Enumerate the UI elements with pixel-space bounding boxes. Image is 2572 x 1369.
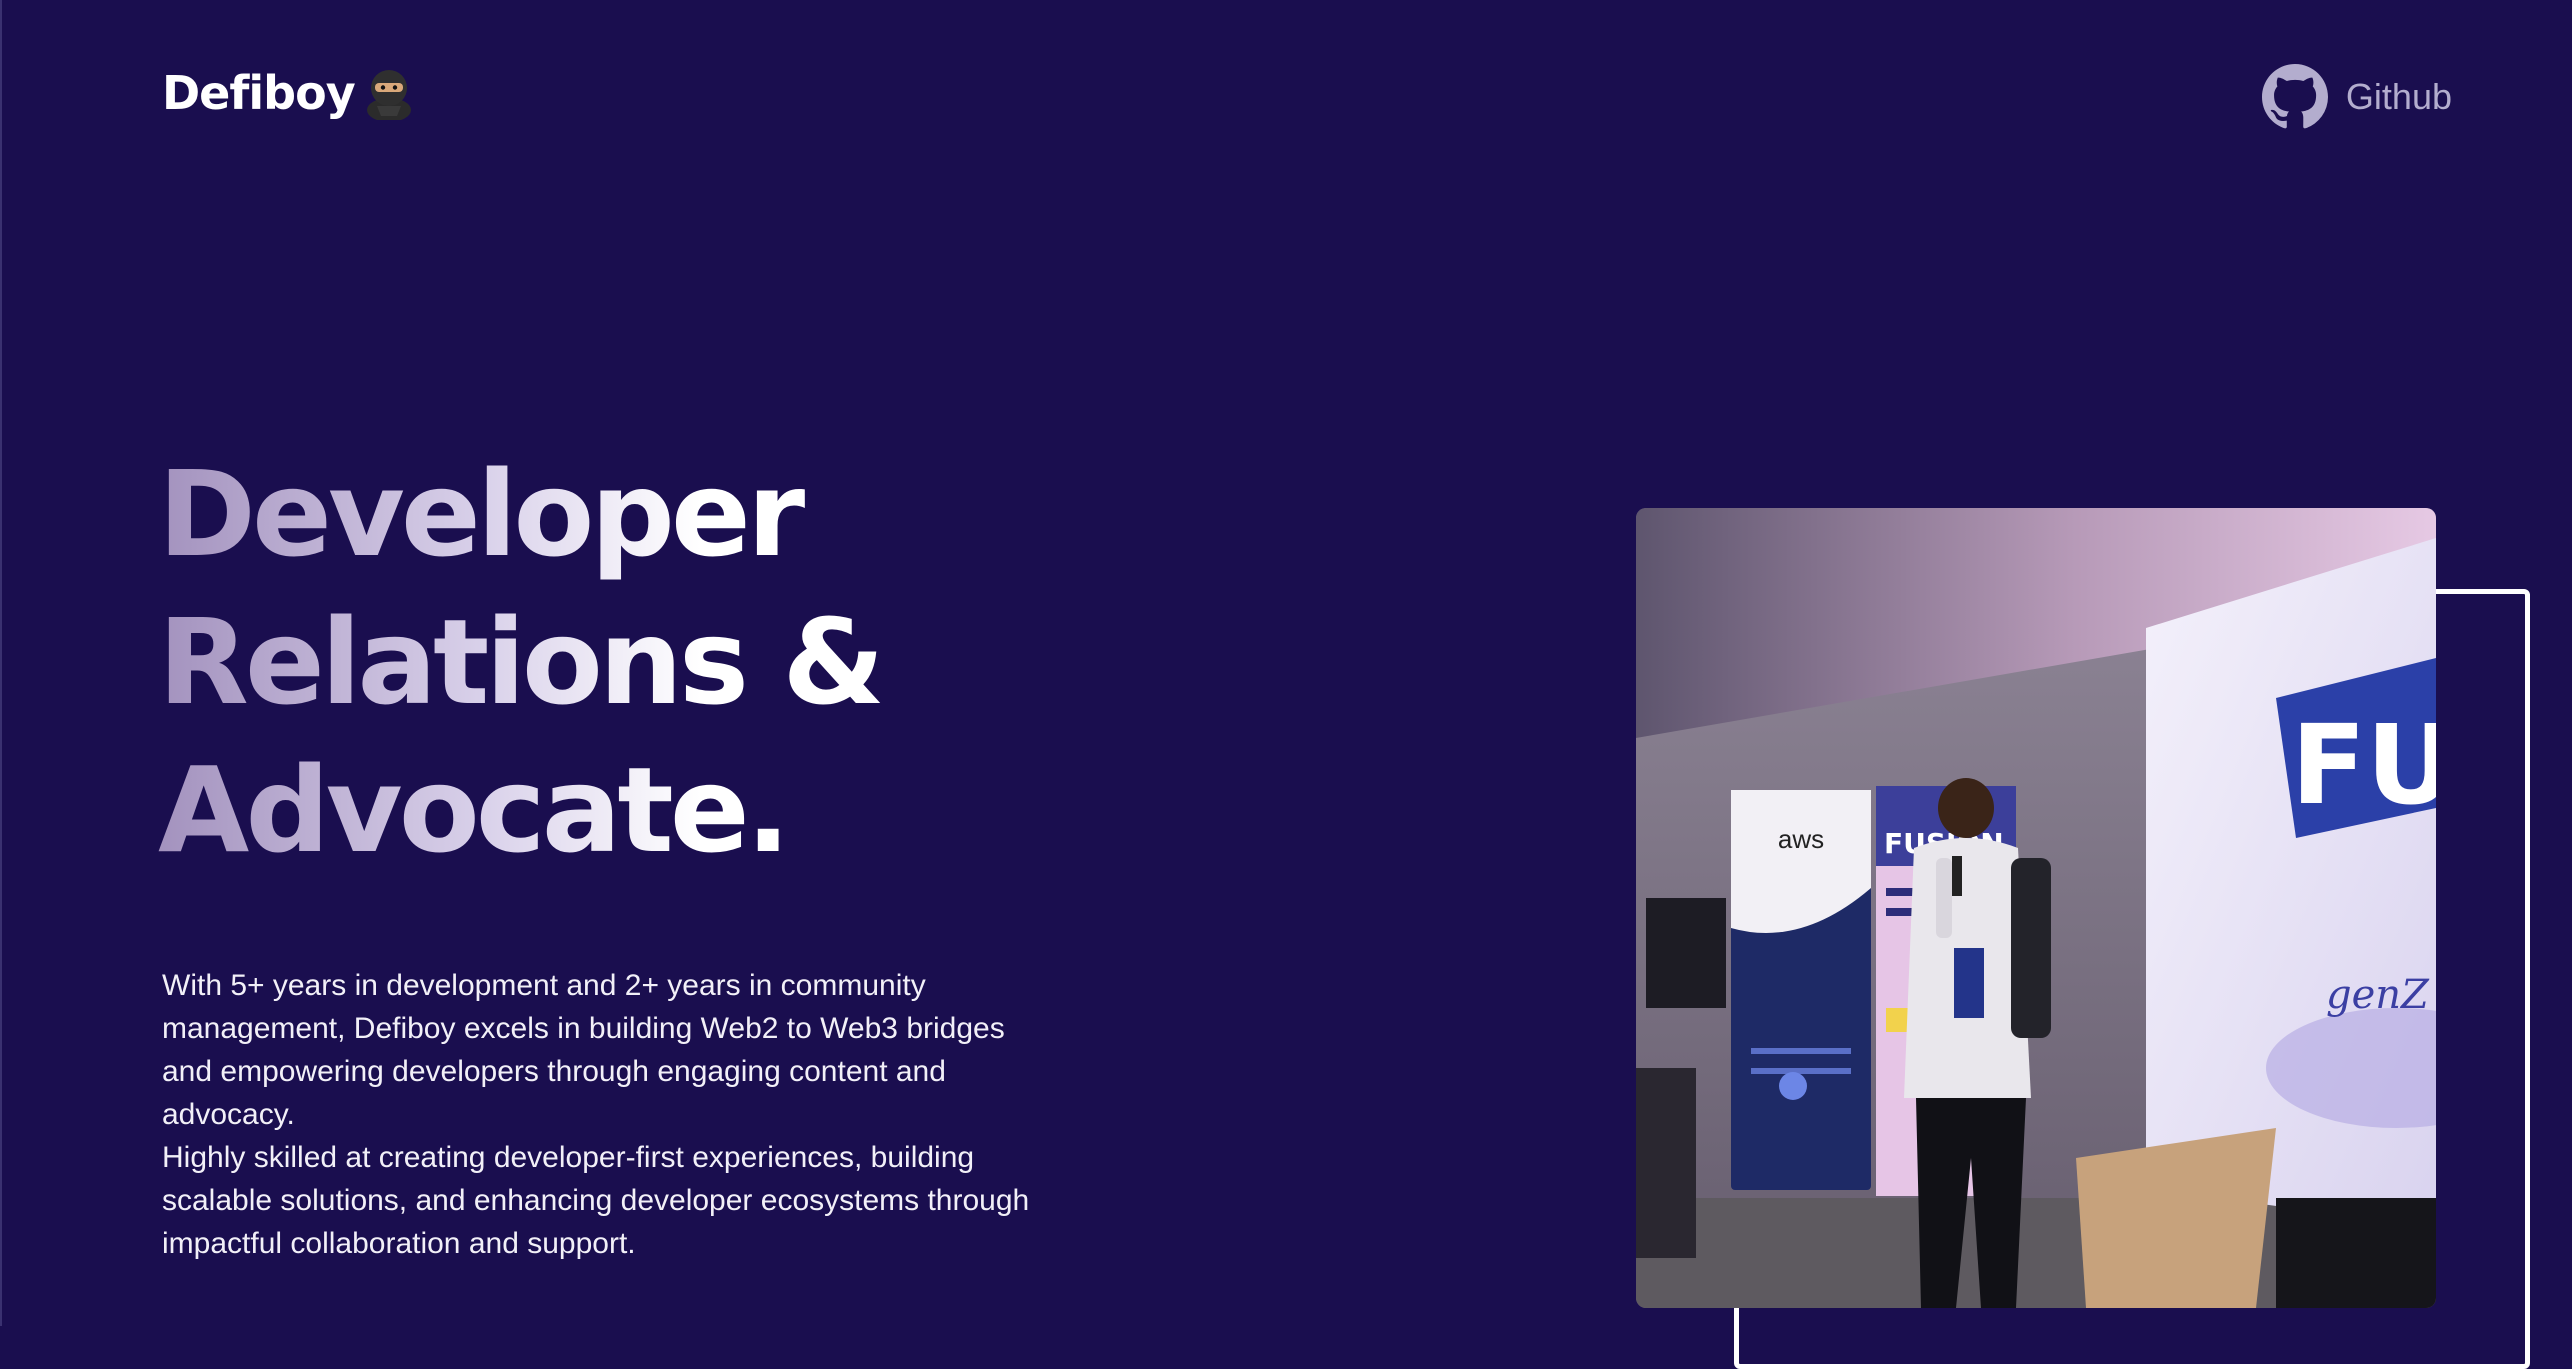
hero-description-paragraph-2: Highly skilled at creating developer-fir… bbox=[162, 1141, 1030, 1260]
hero-description: With 5+ years in development and 2+ year… bbox=[162, 964, 1062, 1265]
hero-title-line-2: Relations & bbox=[158, 588, 885, 736]
photo-screen-sub: genZ techies bbox=[2326, 972, 2436, 1018]
photo-banner-aws: aws bbox=[1778, 824, 1824, 854]
hero-title-line-3: Advocate. bbox=[158, 736, 881, 884]
github-icon bbox=[2261, 64, 2328, 130]
brand-name: Defiboy bbox=[162, 66, 356, 120]
github-link[interactable]: Github bbox=[2261, 64, 2452, 130]
hero-title-line-1: Developer bbox=[158, 440, 881, 588]
speaker-photo: aws FUSION FUS genZ techies bbox=[1636, 508, 2436, 1308]
hero-title: Developer Relations & Advocate. bbox=[158, 440, 885, 884]
ninja-icon bbox=[363, 66, 415, 122]
site-header: Defiboy Github bbox=[162, 64, 2452, 129]
github-label: Github bbox=[2345, 76, 2452, 117]
hero-description-paragraph-1: With 5+ years in development and 2+ year… bbox=[162, 969, 1005, 1131]
brand-logo[interactable]: Defiboy bbox=[162, 66, 415, 122]
page: Defiboy Github Developer Relations & Adv… bbox=[0, 0, 2572, 1369]
photo-screen-text: FUS bbox=[2291, 701, 2436, 829]
